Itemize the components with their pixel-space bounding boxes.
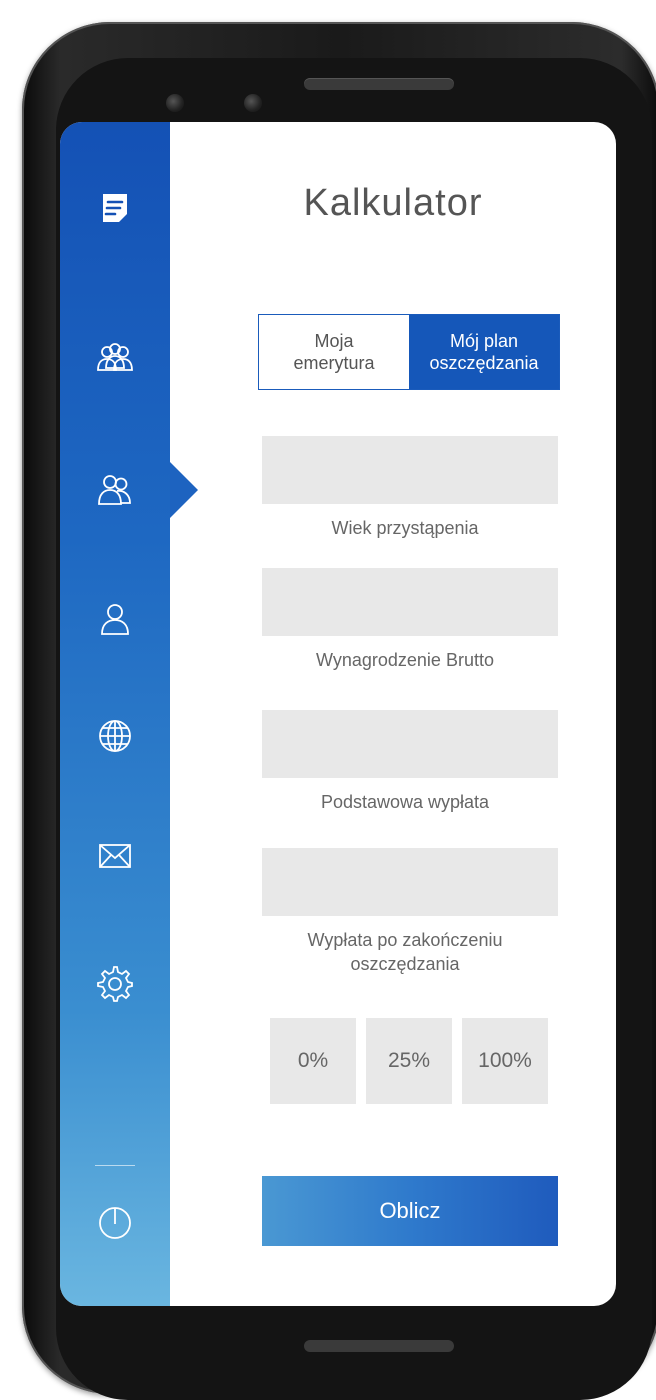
sidebar (60, 122, 170, 1306)
document-icon[interactable] (87, 180, 143, 236)
group-icon[interactable] (87, 330, 143, 386)
sensor (244, 94, 262, 112)
percent-option-100[interactable]: 100% (462, 1018, 548, 1104)
gear-icon[interactable] (87, 956, 143, 1012)
calculate-button[interactable]: Oblicz (262, 1176, 558, 1246)
age-input[interactable] (262, 436, 558, 504)
percent-option-25[interactable]: 25% (366, 1018, 452, 1104)
bottom-speaker-grille (304, 1340, 454, 1352)
mode-toggle: Moja emerytura Mój plan oszczędzania (258, 314, 560, 390)
final-payout-input[interactable] (262, 848, 558, 916)
basic-payout-input[interactable] (262, 710, 558, 778)
calculator-panel: Kalkulator Moja emerytura Mój plan oszcz… (170, 122, 616, 1306)
mail-icon[interactable] (87, 828, 143, 884)
globe-icon[interactable] (87, 708, 143, 764)
app-screen: Kalkulator Moja emerytura Mój plan oszcz… (60, 122, 616, 1306)
final-payout-label: Wypłata po zakończeniu oszczędzania (307, 930, 503, 974)
gross-salary-label: Wynagrodzenie Brutto (316, 650, 494, 670)
percent-option-0[interactable]: 0% (270, 1018, 356, 1104)
two-users-icon[interactable] (87, 462, 143, 518)
sidebar-divider (95, 1165, 135, 1166)
age-label: Wiek przystąpenia (331, 518, 479, 538)
user-icon[interactable] (87, 592, 143, 648)
power-icon[interactable] (87, 1194, 143, 1250)
tab-moja-emerytura[interactable]: Moja emerytura (259, 315, 409, 389)
gross-salary-input[interactable] (262, 568, 558, 636)
front-camera (166, 94, 184, 112)
tab-moj-plan-oszczedzania[interactable]: Mój plan oszczędzania (409, 315, 559, 389)
speaker-grille (304, 78, 454, 90)
page-title: Kalkulator (303, 182, 483, 224)
basic-payout-label: Podstawowa wypłata (320, 792, 490, 812)
